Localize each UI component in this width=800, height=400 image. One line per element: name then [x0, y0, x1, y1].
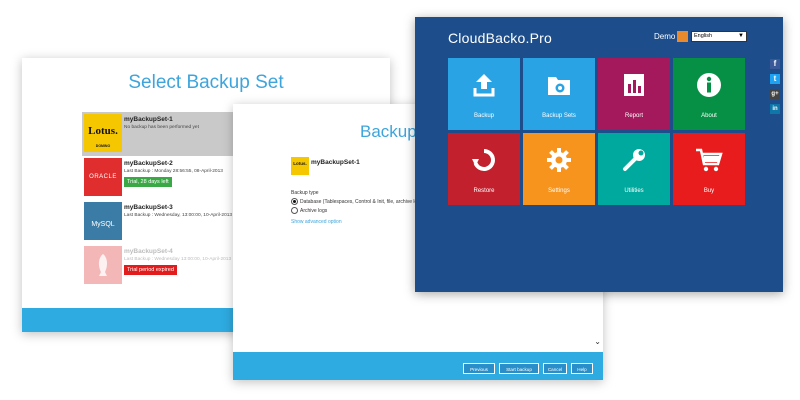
backup-set-name: myBackupSet-1 — [311, 159, 360, 166]
tile-utilities[interactable]: Utilities — [598, 133, 670, 205]
backup-set-info: Last Backup : Wednesday 13:00:00, 10-Apr… — [124, 257, 232, 262]
tile-about[interactable]: About — [673, 58, 745, 130]
language-select[interactable]: English ▼ — [691, 31, 747, 42]
help-button[interactable]: Help — [571, 363, 593, 374]
previous-button[interactable]: Previous — [463, 363, 495, 374]
backup-set-info: Last Backup : Wednesday, 13:00:00, 10-Ap… — [124, 213, 233, 218]
trial-badge: Trial, 28 days left — [124, 177, 172, 187]
tile-backup[interactable]: Backup — [448, 58, 520, 130]
tile-restore[interactable]: Restore — [448, 133, 520, 205]
googleplus-icon[interactable]: g+ — [770, 89, 780, 99]
tile-label: Buy — [703, 188, 715, 194]
avatar[interactable] — [677, 31, 688, 42]
folder-gear-icon — [523, 72, 595, 103]
backup-set-name: myBackupSet-4 — [124, 248, 173, 255]
database-icon — [98, 254, 108, 276]
brand-logo: CloudBacko.Pro — [448, 30, 552, 46]
twitter-icon[interactable]: t — [770, 74, 780, 84]
backup-window-footer: Previous Start backup Cancel Help — [233, 352, 603, 380]
lotus-domino-logo: Lotus. DOMINO — [84, 114, 122, 152]
language-value: English — [694, 33, 713, 39]
upload-icon — [448, 72, 520, 103]
lotus-domino-logo: Lotus. — [291, 157, 309, 175]
user-name: Demo — [654, 32, 676, 41]
backup-set-info: Last Backup : Monday 28:56:55, 08-April-… — [124, 169, 223, 174]
tile-label: About — [701, 113, 717, 119]
tile-backup-sets[interactable]: Backup Sets — [523, 58, 595, 130]
tile-label: Report — [624, 113, 643, 119]
tile-report[interactable]: Report — [598, 58, 670, 130]
gear-icon — [523, 147, 595, 178]
oracle-logo: ORACLE — [84, 158, 122, 196]
dashboard-window: CloudBacko.Pro Demo English ▼ Backup Bac… — [415, 17, 783, 292]
tile-label: Settings — [548, 188, 570, 194]
tile-label: Backup Sets — [542, 113, 576, 119]
tile-label: Utilities — [624, 188, 644, 194]
report-chart-icon — [598, 72, 670, 103]
backup-set-name: myBackupSet-1 — [124, 116, 173, 123]
wrench-icon — [598, 147, 670, 178]
mysql-logo: MySQL — [84, 202, 122, 240]
info-icon — [673, 72, 745, 103]
select-backup-set-title: Select Backup Set — [128, 72, 284, 93]
backup-title: Backup — [360, 122, 417, 141]
backup-type-archive-radio[interactable] — [291, 207, 298, 214]
show-advanced-option-link[interactable]: Show advanced option — [291, 219, 342, 225]
start-backup-button[interactable]: Start backup — [499, 363, 539, 374]
database-logo — [84, 246, 122, 284]
backup-type-database-label: Database (Tablespaces, Control & Init, f… — [300, 199, 425, 205]
backup-set-info: No backup has been performed yet — [124, 125, 199, 130]
backup-type-label: Backup type — [291, 190, 319, 196]
facebook-icon[interactable]: f — [770, 59, 780, 69]
linkedin-icon[interactable]: in — [770, 104, 780, 114]
backup-type-archive-label: Archive logs — [300, 208, 328, 214]
tile-label: Backup — [473, 113, 494, 119]
backup-set-name: myBackupSet-3 — [124, 204, 173, 211]
backup-set-name: myBackupSet-2 — [124, 160, 173, 167]
cart-icon — [673, 147, 745, 178]
tile-settings[interactable]: Settings — [523, 133, 595, 205]
tile-buy[interactable]: Buy — [673, 133, 745, 205]
backup-type-database-radio[interactable] — [291, 198, 298, 205]
scroll-down-icon[interactable]: ⌄ — [594, 337, 601, 346]
restore-icon — [448, 147, 520, 178]
expired-badge: Trial period expired — [124, 265, 177, 275]
chevron-down-icon: ▼ — [738, 33, 744, 39]
cancel-button[interactable]: Cancel — [543, 363, 567, 374]
tile-label: Restore — [473, 188, 495, 194]
